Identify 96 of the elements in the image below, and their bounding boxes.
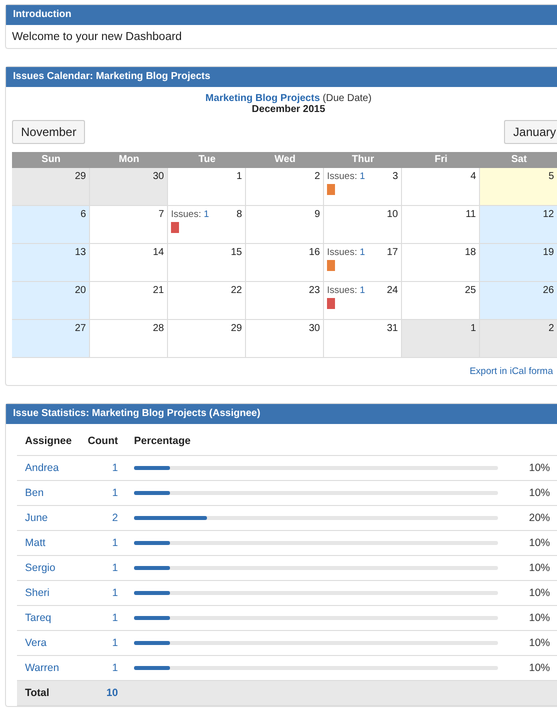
count-link[interactable]: 1 xyxy=(112,612,118,624)
percent-text: 10% xyxy=(528,487,550,499)
issue-marker[interactable] xyxy=(327,298,335,309)
day-number: 3 xyxy=(392,171,398,184)
total-count-link[interactable]: 10 xyxy=(106,687,118,699)
percent-text: 20% xyxy=(528,512,550,524)
welcome-text: Welcome to your new Dashboard xyxy=(11,30,183,45)
calendar-month: December 2015 xyxy=(250,104,326,115)
day-number: 29 xyxy=(230,323,242,334)
percent-text: 10% xyxy=(528,637,550,649)
assignee-link[interactable]: Warren xyxy=(25,662,60,674)
weekday-header: Fri xyxy=(402,152,480,168)
day-number: 4 xyxy=(470,171,476,182)
count-link[interactable]: 1 xyxy=(112,562,118,574)
weekday-header: Tue xyxy=(168,152,246,168)
next-month-button[interactable]: January xyxy=(504,120,557,144)
column-header: Assignee xyxy=(17,427,80,456)
percent-text: 10% xyxy=(528,662,550,674)
issue-marker[interactable] xyxy=(171,222,179,233)
day-number: 12 xyxy=(542,209,554,220)
day-number: 18 xyxy=(464,247,476,258)
assignee-link[interactable]: Vera xyxy=(25,637,47,649)
day-number: 15 xyxy=(230,247,242,258)
day-number: 6 xyxy=(80,209,86,220)
issues-label: Issues: 1 xyxy=(171,209,210,220)
day-number: 30 xyxy=(152,171,164,182)
weekday-header: Sat xyxy=(480,152,557,168)
percent-text: 10% xyxy=(528,537,550,549)
day-number: 2 xyxy=(548,323,554,334)
assignee-link[interactable]: Andrea xyxy=(25,462,59,474)
count-link[interactable]: 2 xyxy=(112,512,118,524)
issues-count-link[interactable]: 1 xyxy=(204,209,210,220)
panel-title: Issues Calendar: Marketing Blog Projects xyxy=(6,67,557,87)
export-ical-link[interactable]: Export in iCal forma xyxy=(470,366,553,377)
total-label: Total xyxy=(25,687,50,699)
issues-count-link[interactable]: 1 xyxy=(360,171,366,182)
issues-count-link[interactable]: 1 xyxy=(360,285,366,296)
assignee-link[interactable]: Matt xyxy=(25,537,46,549)
assignee-link[interactable]: Tareq xyxy=(25,612,52,624)
assignee-link[interactable]: Ben xyxy=(25,487,44,499)
day-number: 30 xyxy=(308,323,320,334)
day-number: 17 xyxy=(386,247,398,260)
day-number: 8 xyxy=(236,209,242,222)
calendar-filter-link[interactable]: Marketing Blog Projects xyxy=(205,93,320,104)
day-number: 5 xyxy=(548,171,554,182)
panel-title: Introduction xyxy=(6,5,557,25)
day-number: 24 xyxy=(386,285,398,298)
weekday-header: Sun xyxy=(12,152,90,168)
day-number: 22 xyxy=(230,285,242,296)
day-number: 27 xyxy=(74,323,86,334)
issues-label: Issues: 1 xyxy=(327,171,366,182)
day-number: 29 xyxy=(74,171,86,182)
day-number: 21 xyxy=(152,285,164,296)
day-number: 16 xyxy=(308,247,320,258)
count-link[interactable]: 1 xyxy=(112,537,118,549)
weekday-header: Thur xyxy=(324,152,402,168)
calendar-filter-note: (Due Date) xyxy=(322,93,372,104)
day-number: 23 xyxy=(308,285,320,296)
column-header: Count xyxy=(80,427,126,456)
day-number: 25 xyxy=(464,285,476,296)
assignee-link[interactable]: Sheri xyxy=(25,587,50,599)
day-number: 31 xyxy=(386,323,398,334)
count-link[interactable]: 1 xyxy=(112,587,118,599)
percent-text: 10% xyxy=(528,462,550,474)
day-number: 11 xyxy=(466,209,476,220)
count-link[interactable]: 1 xyxy=(112,637,118,649)
column-header: Percentage xyxy=(126,427,506,456)
count-link[interactable]: 1 xyxy=(112,487,118,499)
issues-label: Issues: 1 xyxy=(327,285,366,296)
issues-label: Issues: 1 xyxy=(327,247,366,258)
assignee-link[interactable]: Sergio xyxy=(25,562,56,574)
day-number: 26 xyxy=(542,285,554,296)
day-number: 10 xyxy=(386,209,398,220)
percent-text: 10% xyxy=(528,562,550,574)
day-number: 14 xyxy=(152,247,164,258)
previous-month-button[interactable]: November xyxy=(12,120,86,144)
day-number: 9 xyxy=(314,209,320,220)
assignee-link[interactable]: June xyxy=(25,512,48,524)
issue-marker[interactable] xyxy=(327,184,335,195)
count-link[interactable]: 1 xyxy=(112,462,118,474)
day-number: 19 xyxy=(542,247,554,258)
day-number: 7 xyxy=(158,209,164,220)
count-link[interactable]: 1 xyxy=(112,662,118,674)
weekday-header: Mon xyxy=(90,152,168,168)
weekday-header: Wed xyxy=(246,152,324,168)
issues-count-link[interactable]: 1 xyxy=(360,247,366,258)
day-number: 1 xyxy=(470,323,476,334)
percent-text: 10% xyxy=(528,587,550,599)
day-number: 1 xyxy=(236,171,242,182)
day-number: 28 xyxy=(152,323,164,334)
issue-marker[interactable] xyxy=(327,260,335,271)
day-number: 20 xyxy=(74,285,86,296)
day-number: 13 xyxy=(74,247,86,258)
panel-title: Issue Statistics: Marketing Blog Projects (Assignee) xyxy=(6,404,557,424)
percent-text: 10% xyxy=(528,612,550,624)
day-number: 2 xyxy=(314,171,320,182)
